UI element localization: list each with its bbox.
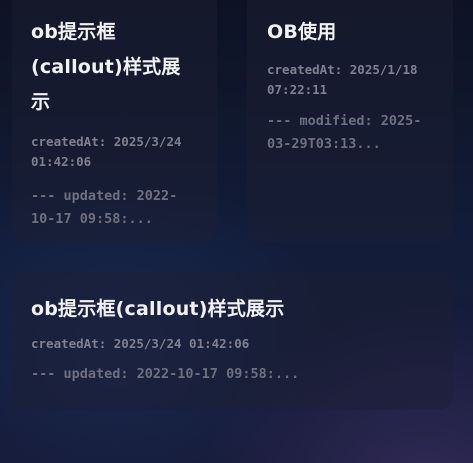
note-title[interactable]: OB使用	[267, 15, 433, 50]
note-card[interactable]: OB使用 createdAt: 2025/1/18 07:22:11 --- m…	[247, 0, 453, 242]
note-card[interactable]: ob提示框(callout)样式展示 createdAt: 2025/3/24 …	[12, 272, 453, 410]
note-excerpt: --- modified: 2025-03-29T03:13...	[267, 113, 422, 152]
note-card[interactable]: ob提示框(callout)样式展示 createdAt: 2025/3/24 …	[12, 0, 217, 242]
note-created-at: createdAt: 2025/3/24 01:42:06	[31, 336, 250, 351]
note-title[interactable]: ob提示框(callout)样式展示	[31, 15, 189, 120]
note-created-at: createdAt: 2025/1/18 07:22:11	[267, 62, 418, 97]
note-created-at: createdAt: 2025/3/24 01:42:06	[31, 134, 182, 169]
note-title[interactable]: ob提示框(callout)样式展示	[31, 292, 433, 327]
note-excerpt: --- updated: 2022-10-17 09:58:...	[31, 188, 178, 227]
note-excerpt: --- updated: 2022-10-17 09:58:...	[31, 366, 300, 382]
